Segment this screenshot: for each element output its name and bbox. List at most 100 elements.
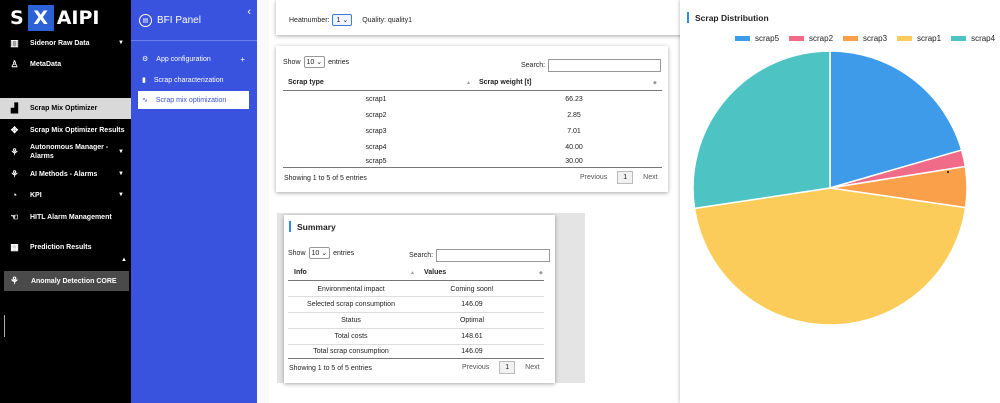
panel-title: BFI Panel bbox=[157, 14, 201, 26]
table-search: Search: bbox=[409, 249, 551, 262]
sort-icon[interactable]: ◆ bbox=[539, 270, 543, 276]
nav-item-label: Anomaly Detection CORE bbox=[30, 277, 117, 285]
caret-up-icon: ▲ bbox=[121, 257, 127, 263]
table-cell: 30.00 bbox=[565, 158, 583, 165]
caret-down-icon: ▼ bbox=[118, 148, 124, 155]
table-cell: 7.01 bbox=[567, 128, 581, 135]
table-cell: scrap1 bbox=[365, 96, 387, 103]
table-cell: Environmental impact bbox=[317, 286, 385, 293]
panel-item-scrap-mix-optimization[interactable]: ∿ Scrap mix optimization bbox=[138, 91, 249, 109]
footer-divider bbox=[288, 358, 544, 359]
table-cell: Coming soon! bbox=[450, 286, 494, 293]
search-input[interactable] bbox=[436, 249, 551, 262]
person-icon: ♙ bbox=[10, 58, 19, 69]
summary-title: Summary bbox=[289, 221, 336, 232]
nav-item-autonomous-manager[interactable]: ⚘ Autonomous Manager - Alarms ▼ bbox=[0, 142, 131, 162]
pie-slice-scrap1[interactable] bbox=[693, 187, 967, 326]
nav-item-label: Scrap Mix Optimizer Results bbox=[30, 126, 125, 134]
entries-label: entries bbox=[328, 58, 350, 66]
bar-chart-icon: ▮ bbox=[142, 77, 146, 84]
nav-item-kpi[interactable]: ◔ KPI ▼ bbox=[0, 186, 131, 204]
factory-icon: ▟ bbox=[11, 103, 18, 113]
nav-item-scrap-mix-optimizer-results[interactable]: ✥ Scrap Mix Optimizer Results bbox=[0, 121, 131, 139]
page-button[interactable]: 1 bbox=[617, 171, 634, 184]
scrap-distribution-card: Scrap Distribution scrap5 scrap2 scrap3 scr… bbox=[680, 0, 1000, 403]
nav-item-prediction-results[interactable]: ▦ Prediction Results bbox=[0, 238, 131, 256]
table-cell: 40.00 bbox=[565, 144, 583, 151]
next-page-button[interactable]: Next bbox=[525, 364, 539, 371]
column-header-values[interactable]: Values bbox=[424, 269, 446, 276]
nav-item-hitl-alarm-management[interactable]: ☜ HITL Alarm Management bbox=[0, 208, 131, 226]
panel-item-app-configuration[interactable]: ⚙ App configuration + bbox=[138, 50, 249, 68]
pie-chart bbox=[692, 50, 968, 326]
chart-marker bbox=[947, 171, 949, 173]
table-cell: 148.61 bbox=[461, 333, 483, 340]
table-cell: Status bbox=[341, 317, 361, 324]
entries-label: entries bbox=[333, 249, 355, 257]
table-cell: 2.85 bbox=[567, 112, 581, 119]
previous-page-button[interactable]: Previous bbox=[462, 364, 489, 371]
header-divider bbox=[283, 90, 662, 91]
heat-selector-card: Heatnumber: 1 ⌄ Quality: quality1 bbox=[276, 0, 684, 35]
sitemap-icon: ⚘ bbox=[10, 275, 19, 287]
bfi-panel: ▤ BFI Panel ‹ ⚙ App configuration + ▮ Sc… bbox=[131, 0, 257, 403]
next-page-button[interactable]: Next bbox=[643, 174, 657, 181]
sort-icon[interactable]: ▲ bbox=[466, 80, 471, 86]
panel-header: ▤ BFI Panel bbox=[131, 0, 257, 41]
quality-label: Quality: bbox=[362, 16, 386, 24]
sort-icon[interactable]: ▲ bbox=[410, 270, 415, 276]
content-gutter bbox=[257, 0, 269, 403]
table-cell: Total scrap consumption bbox=[313, 348, 389, 355]
search-input[interactable] bbox=[548, 59, 662, 72]
column-header-scrap-type[interactable]: Scrap type bbox=[288, 79, 324, 86]
nav-item-label: Prediction Results bbox=[30, 243, 92, 251]
pagination: Previous 1 Next bbox=[462, 361, 540, 374]
nav-item-label: Autonomous Manager - Alarms bbox=[30, 144, 109, 160]
table-search: Search: bbox=[521, 59, 662, 72]
table-cell: 146.09 bbox=[461, 301, 483, 308]
table-cell: Optimal bbox=[459, 317, 485, 324]
app-logo[interactable]: S X AIPI bbox=[10, 3, 99, 33]
entries-length: Show 10 ⌄ entries bbox=[283, 56, 349, 68]
table-cell: 146.09 bbox=[461, 348, 483, 355]
title-accent bbox=[289, 221, 291, 232]
nav-item-scrap-mix-optimizer[interactable]: ▟ Scrap Mix Optimizer bbox=[0, 98, 131, 119]
pie-slice-scrap4[interactable] bbox=[692, 50, 831, 210]
table-cell: Selected scrap consumption bbox=[307, 301, 395, 308]
summary-card: Summary Show 10 ⌄ entries Search: Info ▲… bbox=[284, 215, 555, 383]
previous-page-button[interactable]: Previous bbox=[580, 174, 607, 181]
sitemap-icon: ⚘ bbox=[10, 146, 19, 157]
column-header-scrap-weight[interactable]: Scrap weight [t] bbox=[479, 79, 532, 86]
panel-logo-icon: ▤ bbox=[139, 13, 152, 27]
nav-item-label: AI Methods - Alarms bbox=[30, 170, 98, 178]
caret-down-icon: ▼ bbox=[118, 40, 124, 46]
plus-icon: + bbox=[240, 54, 245, 64]
logo-right: AIPI bbox=[56, 7, 100, 29]
nav-item-sidenor-raw-data[interactable]: ▥ Sidenor Raw Data ▼ bbox=[0, 34, 131, 52]
column-header-info[interactable]: Info bbox=[294, 269, 307, 276]
nav-item-ai-methods[interactable]: ⚘ AI Methods - Alarms ▼ bbox=[0, 165, 131, 183]
arrows-icon: ✥ bbox=[10, 124, 19, 135]
panel-item-label: App configuration bbox=[156, 55, 211, 63]
sort-icon[interactable]: ◆ bbox=[653, 80, 657, 86]
entries-value: 10 bbox=[311, 250, 320, 257]
entries-select[interactable]: 10 ⌄ bbox=[303, 56, 326, 68]
search-label: Search: bbox=[409, 252, 434, 259]
logo-left: S bbox=[10, 7, 24, 29]
sitemap-icon: ⚘ bbox=[10, 168, 19, 179]
table-cell: scrap5 bbox=[365, 158, 387, 165]
heatnumber-label: Heatnumber: bbox=[289, 16, 330, 24]
entries-select[interactable]: 10 ⌄ bbox=[308, 247, 331, 259]
collapse-chevron-icon[interactable]: ‹ bbox=[247, 6, 251, 18]
table-cell: scrap2 bbox=[365, 112, 387, 119]
nav-item-label: HITL Alarm Management bbox=[30, 213, 112, 221]
heatnumber-select[interactable]: 1 ⌄ bbox=[332, 14, 353, 26]
nav-item-metadata[interactable]: ♙ MetaData bbox=[0, 55, 131, 73]
nav-item-anomaly-detection[interactable]: ⚘ Anomaly Detection CORE bbox=[4, 271, 129, 291]
hand-icon: ☜ bbox=[10, 211, 19, 222]
page-button[interactable]: 1 bbox=[499, 361, 516, 374]
chart-icon: ▥ bbox=[10, 37, 19, 48]
entries-length: Show 10 ⌄ entries bbox=[288, 247, 354, 259]
heatnumber-value: 1 bbox=[336, 17, 341, 24]
panel-item-scrap-characterization[interactable]: ▮ Scrap characterization bbox=[138, 71, 249, 89]
